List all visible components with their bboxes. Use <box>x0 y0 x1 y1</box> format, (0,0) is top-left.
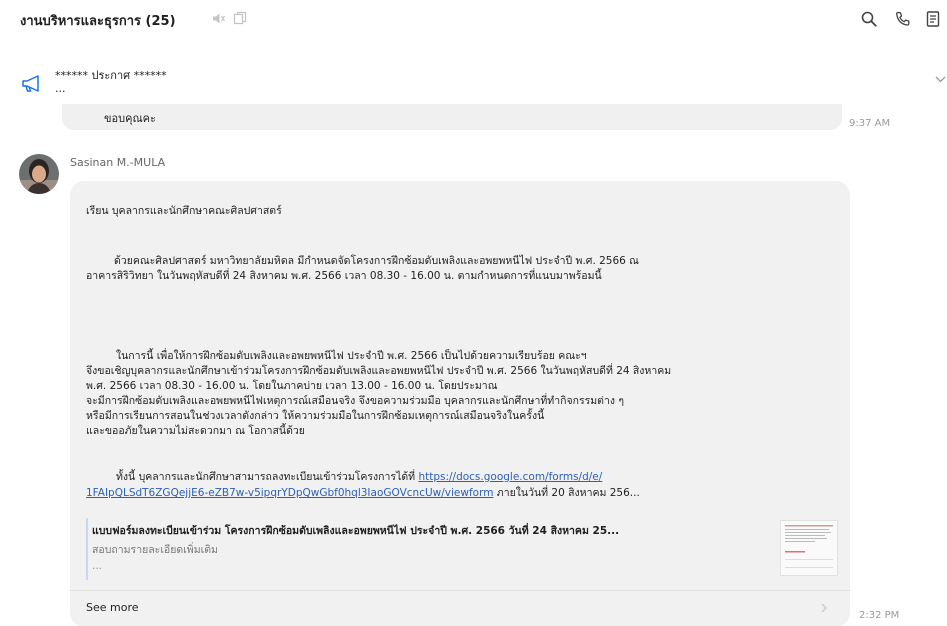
previous-message-bubble <box>62 104 842 130</box>
search-icon[interactable] <box>860 10 878 28</box>
link-preview-title[interactable]: แบบฟอร์มลงทะเบียนเข้าร่วม โครงการฝึกซ้อม… <box>92 522 619 539</box>
announcement-title: ****** ประกาศ ****** <box>55 69 167 82</box>
copy-icon[interactable] <box>233 11 247 25</box>
message-line: หรือมีการเรียนการสอนในช่วงเวลาดังกล่าว ใ… <box>86 410 545 422</box>
avatar[interactable] <box>19 154 59 194</box>
message-text: ทั้งนี้ บุคลากรและนักศึกษาสามารถลงทะเบีย… <box>116 471 419 483</box>
message-line: จึงขอเชิญบุคลากรและนักศึกษาเข้าร่วมโครงก… <box>86 365 672 377</box>
mute-icon[interactable] <box>212 12 226 25</box>
phone-icon[interactable] <box>894 10 912 28</box>
message-line: และขออภัยในความไม่สะดวกมา ณ โอกาสนี้ด้วย <box>86 425 305 437</box>
message-line: จะมีการฝึกซ้อมดับเพลิงและอพยพหนีไฟเหตุกา… <box>86 395 624 407</box>
link-preview-ellipsis: ... <box>92 560 103 572</box>
see-more-button[interactable]: See more <box>86 601 139 614</box>
link-preview-description: สอบถามรายละเอียดเพิ่มเติม <box>92 544 218 556</box>
message-line: พ.ศ. 2566 เวลา 08.30 - 16.00 น. โดยในภาค… <box>86 380 498 392</box>
message-line: ในการนี้ เพื่อให้การฝึกซ้อมดับเพลิงและอพ… <box>116 350 587 362</box>
message-line: ด้วยคณะศิลปศาสตร์ มหาวิทยาลัยมหิดล มีกำห… <box>114 255 639 267</box>
previous-message-text: ขอบคุณคะ <box>104 112 156 125</box>
megaphone-icon <box>22 75 39 92</box>
divider <box>70 590 850 591</box>
chat-header: งานบริหารและธุรการ (25) <box>0 0 947 38</box>
link-preview-thumbnail[interactable] <box>780 520 838 576</box>
sender-name[interactable]: Sasinan M.-MULA <box>70 156 165 169</box>
chevron-right-icon[interactable] <box>820 602 828 614</box>
message-greeting: เรียน บุคลากรและนักศึกษาคณะศิลปศาสตร์ <box>86 205 282 217</box>
registration-link-continued[interactable]: 1FAIpQLSdT6ZGQejjE6-eZB7w-v5ipqrYDpQwGbf… <box>86 487 493 499</box>
previous-message-time: 9:37 AM <box>849 118 891 129</box>
message-line: 1FAIpQLSdT6ZGQejjE6-eZB7w-v5ipqrYDpQwGbf… <box>86 486 846 501</box>
message-line: ทั้งนี้ บุคลากรและนักศึกษาสามารถลงทะเบีย… <box>86 470 846 485</box>
message-line: อาคารสิริวิทยา ในวันพฤหัสบดีที่ 24 สิงหา… <box>86 270 602 282</box>
chat-title: งานบริหารและธุรการ (25) <box>20 14 176 29</box>
announcement-preview: ... <box>55 82 66 95</box>
message-time: 2:32 PM <box>859 610 900 621</box>
chevron-down-icon[interactable] <box>934 74 947 84</box>
registration-link[interactable]: https://docs.google.com/forms/d/e/ <box>418 471 602 483</box>
notes-icon[interactable] <box>924 10 942 28</box>
message-text: ภายในวันที่ 20 สิงหาคม 256... <box>493 487 640 499</box>
